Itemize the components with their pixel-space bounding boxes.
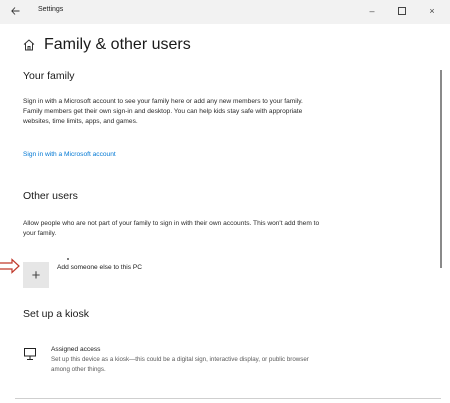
add-icon: + [23, 262, 49, 288]
title-bar: Settings – × [0, 0, 450, 24]
other-users-heading: Other users [23, 190, 78, 202]
assigned-access-description: Set up this device as a kiosk—this could… [51, 356, 309, 373]
annotation-arrow-icon [0, 258, 20, 274]
focus-dot [67, 258, 69, 260]
close-button[interactable]: × [422, 2, 442, 20]
maximize-icon [398, 7, 406, 15]
assigned-access-title[interactable]: Assigned access [51, 346, 100, 353]
kiosk-monitor-icon[interactable] [23, 347, 37, 361]
page-title: Family & other users [44, 36, 191, 53]
your-family-heading: Your family [23, 70, 75, 82]
bottom-divider [15, 398, 441, 399]
sign-in-microsoft-link[interactable]: Sign in with a Microsoft account [23, 151, 116, 158]
minimize-button[interactable]: – [362, 2, 382, 20]
window-title: Settings [38, 6, 64, 13]
kiosk-heading: Set up a kiosk [23, 308, 89, 320]
other-users-description: Allow people who are not part of your fa… [23, 220, 320, 237]
add-someone-label[interactable]: Add someone else to this PC [57, 264, 142, 271]
maximize-button[interactable] [392, 2, 412, 20]
home-icon [23, 39, 35, 51]
vertical-scrollbar[interactable] [440, 70, 442, 268]
your-family-description: Sign in with a Microsoft account to see … [23, 98, 303, 125]
settings-window: Settings – × Family & other users Your f… [0, 0, 450, 403]
back-arrow-icon[interactable] [6, 2, 24, 20]
add-someone-button[interactable]: + [23, 262, 49, 288]
page-header: Family & other users [22, 36, 191, 54]
